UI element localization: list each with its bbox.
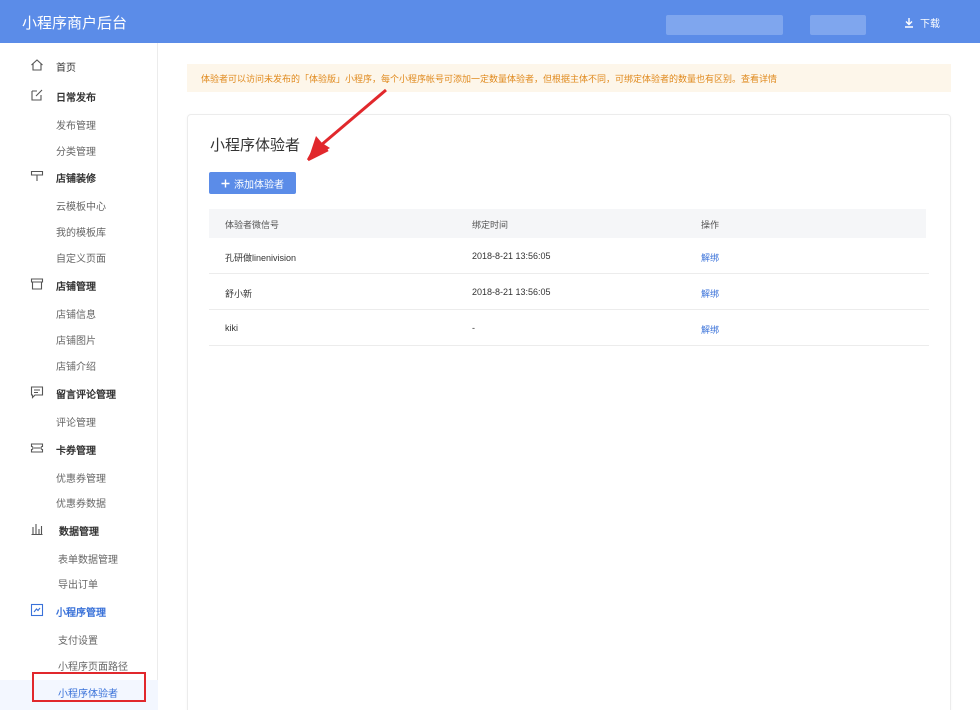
add-tester-button[interactable]: 添加体验者: [209, 172, 296, 194]
download-button[interactable]: 下载: [904, 15, 940, 30]
tester-bind-time: -: [472, 323, 475, 333]
sidebar-item-form-data[interactable]: 表单数据管理: [58, 551, 118, 566]
sidebar-group-label: 数据管理: [59, 527, 99, 538]
edit-icon: [31, 89, 43, 101]
sidebar-group-label: 店铺装修: [56, 174, 96, 185]
ticket-icon: [30, 443, 44, 453]
sidebar-item-label: 首页: [56, 63, 76, 74]
sidebar-group-label: 店铺管理: [56, 282, 96, 293]
notice-banner: 体验者可以访问未发布的「体验版」小程序，每个小程序帐号可添加一定数量体验者，但根…: [187, 64, 951, 92]
annotation-highlight-box: [32, 672, 146, 702]
sidebar-group-label: 留言评论管理: [56, 390, 116, 401]
add-tester-label: 添加体验者: [234, 179, 284, 191]
sidebar-group-label: 小程序管理: [56, 608, 106, 619]
table-row: [209, 274, 929, 310]
top-header: 小程序商户后台 下载: [0, 0, 980, 43]
sidebar-group-data[interactable]: 数据管理: [0, 518, 158, 540]
testers-card: [187, 114, 951, 710]
column-header-bind-time: 绑定时间: [472, 220, 509, 230]
column-header-wechat: 体验者微信号: [225, 220, 280, 230]
sidebar-item-cloud-templates[interactable]: 云模板中心: [56, 198, 106, 213]
table-row: [209, 238, 929, 274]
home-icon: [31, 59, 43, 71]
sidebar-item-coupon-data[interactable]: 优惠券数据: [56, 495, 106, 510]
sidebar-group-store-manage[interactable]: 店铺管理: [0, 273, 158, 295]
sidebar-item-publish-manage[interactable]: 发布管理: [56, 117, 96, 132]
app-title: 小程序商户后台: [22, 15, 128, 32]
sidebar-group-comments[interactable]: 留言评论管理: [0, 381, 158, 403]
sidebar-item-page-paths[interactable]: 小程序页面路径: [58, 658, 128, 673]
unbind-link[interactable]: 解绑: [701, 251, 719, 264]
bar-chart-icon: [31, 524, 43, 536]
table-row: [209, 310, 929, 346]
sidebar-group-daily-publish[interactable]: 日常发布: [0, 84, 158, 106]
sidebar-item-custom-pages[interactable]: 自定义页面: [56, 250, 106, 265]
tester-bind-time: 2018-8-21 13:56:05: [472, 287, 551, 297]
table-header: [209, 209, 926, 238]
store-icon: [30, 278, 44, 290]
sidebar-group-coupons[interactable]: 卡券管理: [0, 437, 158, 459]
download-icon: [905, 17, 913, 28]
sidebar-group-label: 卡券管理: [56, 446, 96, 457]
notice-text: 体验者可以访问未发布的「体验版」小程序，每个小程序帐号可添加一定数量体验者，但根…: [201, 74, 742, 84]
sidebar-item-comment-manage[interactable]: 评论管理: [56, 414, 96, 429]
sidebar-item-export-orders[interactable]: 导出订单: [58, 576, 98, 591]
tester-bind-time: 2018-8-21 13:56:05: [472, 251, 551, 261]
unbind-link[interactable]: 解绑: [701, 287, 719, 300]
page-title: 小程序体验者: [210, 137, 301, 154]
download-label: 下载: [920, 19, 940, 30]
sidebar-group-miniprogram[interactable]: 小程序管理: [0, 599, 158, 621]
plus-icon: [221, 179, 230, 187]
sidebar-item-category-manage[interactable]: 分类管理: [56, 143, 96, 158]
sidebar-item-store-intro[interactable]: 店铺介绍: [56, 358, 96, 373]
sidebar-item-payment-settings[interactable]: 支付设置: [58, 632, 98, 647]
tester-wechat-id: 孔研做linenivision: [225, 253, 297, 263]
unbind-link[interactable]: 解绑: [701, 323, 719, 336]
sidebar-item-home[interactable]: 首页: [0, 54, 158, 76]
sidebar-group-label: 日常发布: [56, 93, 96, 104]
miniprogram-icon: [30, 603, 44, 617]
sidebar-group-store-decor[interactable]: 店铺装修: [0, 165, 158, 187]
blurred-account-info: [666, 15, 783, 35]
comment-icon: [30, 386, 44, 399]
sidebar-item-my-templates[interactable]: 我的模板库: [56, 224, 106, 239]
blurred-user-name: [810, 15, 866, 35]
tester-wechat-id: kiki: [225, 323, 238, 333]
sidebar-item-store-info[interactable]: 店铺信息: [56, 306, 96, 321]
tester-wechat-id: 舒小新: [225, 289, 253, 299]
notice-details-link[interactable]: 查看详情: [741, 74, 777, 84]
sidebar-item-store-images[interactable]: 店铺图片: [56, 332, 96, 347]
brush-icon: [30, 170, 44, 181]
column-header-action: 操作: [701, 220, 720, 230]
sidebar-item-coupon-manage[interactable]: 优惠券管理: [56, 470, 106, 485]
